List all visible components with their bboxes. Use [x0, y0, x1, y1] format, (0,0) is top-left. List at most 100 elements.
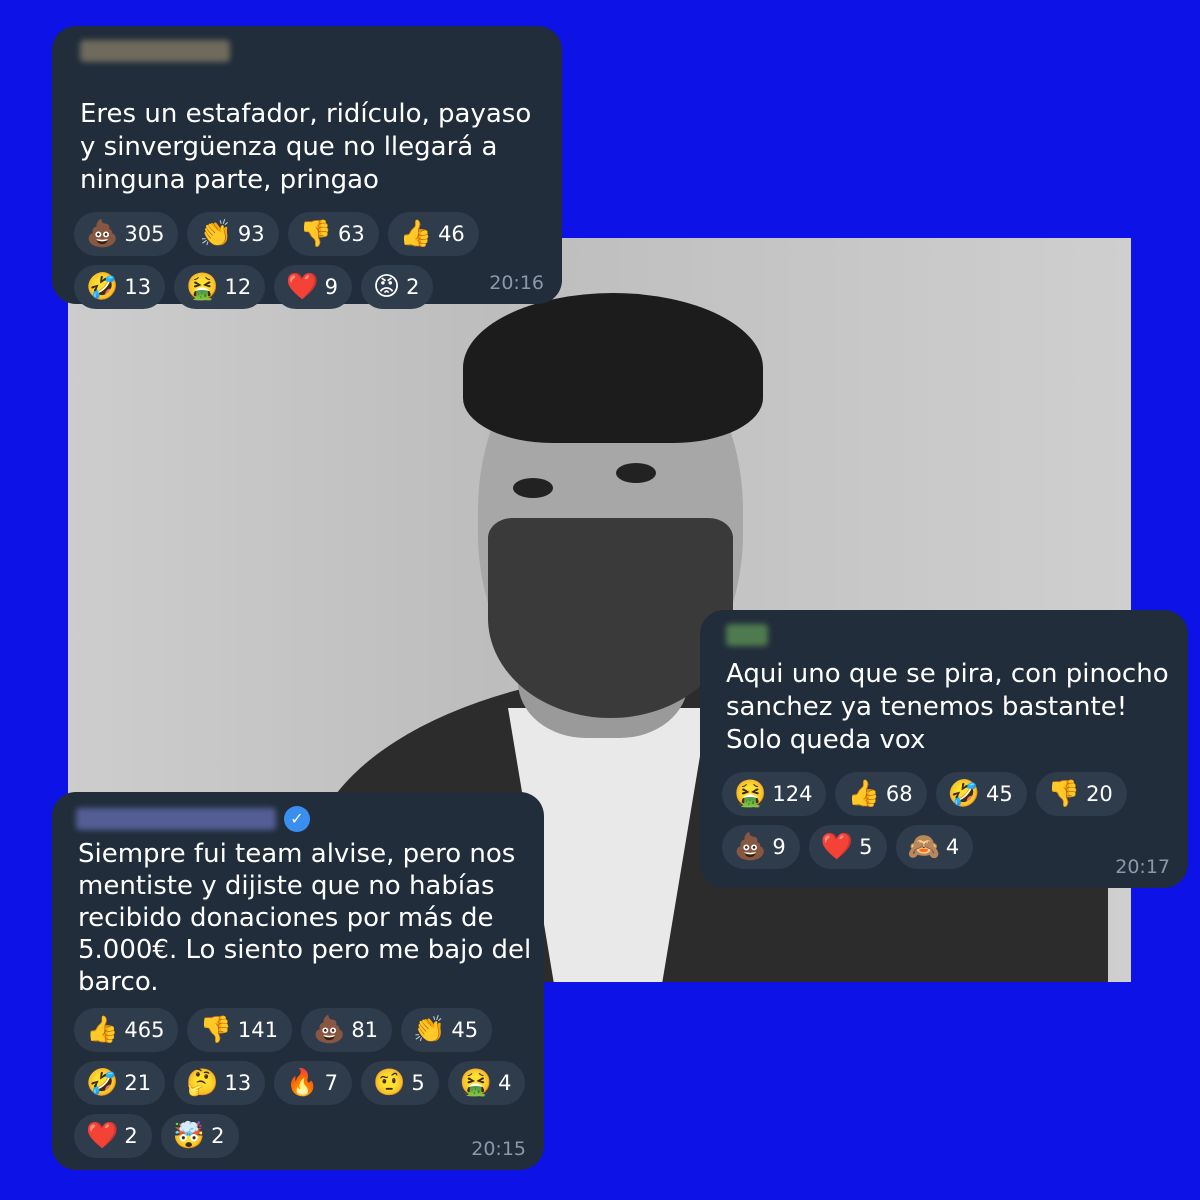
reaction-count: 9	[324, 275, 338, 299]
vomit-icon: 🤮	[734, 779, 767, 809]
reaction-clap[interactable]: 👏 93	[187, 212, 279, 256]
reaction-count: 124	[772, 782, 813, 806]
vomit-icon: 🤮	[186, 272, 219, 302]
reaction-thumbs-down[interactable]: 👎 141	[187, 1008, 292, 1052]
reaction-count: 4	[945, 835, 960, 859]
sender-name-blurred	[80, 40, 230, 62]
reaction-exploding-head[interactable]: 🤯 2	[160, 1114, 239, 1158]
reaction-count: 20	[1086, 782, 1113, 806]
exploding-head-icon: 🤯	[172, 1121, 206, 1151]
reaction-vomit[interactable]: 🤮 12	[174, 265, 266, 309]
rofl-icon: 🤣	[86, 1068, 119, 1098]
reaction-count: 4	[498, 1071, 512, 1095]
reaction-vomit[interactable]: 🤮 124	[722, 772, 827, 816]
reaction-count: 46	[438, 222, 465, 246]
reaction-row: 🤣 21 🤔 13 🔥 7 🤨 5 🤮 4	[74, 1061, 526, 1105]
reaction-poop[interactable]: 💩 9	[722, 825, 800, 869]
poop-icon: 💩	[86, 219, 119, 249]
verified-badge-icon: ✓	[284, 806, 310, 832]
reaction-count: 2	[124, 1124, 138, 1148]
reaction-count: 68	[885, 782, 913, 806]
thumbs-up-icon: 👍	[399, 219, 433, 249]
reaction-row: 💩 9 ❤️ 5 🙈 4	[722, 825, 1127, 869]
heart-icon: ❤️	[86, 1121, 119, 1151]
reaction-count: 21	[124, 1071, 152, 1095]
message-text: Eres un estafador, ridículo, payaso y si…	[80, 99, 532, 195]
reaction-count: 7	[324, 1071, 338, 1095]
reaction-count: 2	[211, 1124, 225, 1148]
message-text: Aqui uno que se pira, con pinocho sanche…	[726, 659, 1169, 755]
reaction-thinking[interactable]: 🤔 13	[174, 1061, 266, 1105]
reaction-row: 🤣 13 🤮 12 ❤️ 9 😡 2	[74, 265, 479, 309]
reaction-rofl[interactable]: 🤣 45	[935, 772, 1027, 816]
reaction-angry[interactable]: 😡 2	[360, 265, 434, 309]
reaction-heart[interactable]: ❤️ 2	[74, 1114, 152, 1158]
reaction-fire[interactable]: 🔥 7	[274, 1061, 352, 1105]
reaction-thumbs-up[interactable]: 👍 46	[387, 212, 479, 256]
reaction-thumbs-down[interactable]: 👎 20	[1035, 772, 1127, 816]
reaction-row: 💩 305 👏 93 👎 63 👍 46	[74, 212, 479, 256]
reaction-bar: 👍 465 👎 141 💩 81 👏 45 🤣 21 🤔 13 🔥 7 🤨 5 🤮 4 ❤️ 2 🤯…	[74, 1008, 526, 1167]
poop-icon: 💩	[734, 832, 767, 862]
reaction-count: 5	[859, 835, 873, 859]
reaction-rofl[interactable]: 🤣 13	[74, 265, 166, 309]
thumbs-down-icon: 👎	[1047, 779, 1081, 809]
photo-eye-left	[513, 478, 553, 498]
photo-hair	[463, 293, 763, 443]
reaction-poop[interactable]: 💩 81	[300, 1008, 393, 1052]
reaction-count: 2	[406, 275, 420, 299]
reaction-count: 13	[124, 275, 152, 299]
thumbs-down-icon: 👎	[199, 1015, 232, 1045]
heart-icon: ❤️	[286, 272, 319, 302]
message-timestamp: 20:17	[1115, 856, 1170, 878]
reaction-count: 12	[224, 275, 252, 299]
reaction-poop[interactable]: 💩 305	[74, 212, 179, 256]
reaction-count: 305	[124, 222, 165, 246]
clap-icon: 👏	[199, 219, 232, 249]
reaction-rofl[interactable]: 🤣 21	[74, 1061, 166, 1105]
reaction-vomit[interactable]: 🤮 4	[447, 1061, 526, 1105]
reaction-row: 👍 465 👎 141 💩 81 👏 45	[74, 1008, 525, 1052]
reaction-count: 13	[224, 1071, 252, 1095]
reaction-see-no-evil[interactable]: 🙈 4	[895, 825, 974, 869]
angry-face-icon: 😡	[372, 272, 401, 302]
reaction-clap[interactable]: 👏 45	[401, 1008, 493, 1052]
reaction-count: 45	[985, 782, 1013, 806]
thinking-face-icon: 🤔	[186, 1068, 219, 1098]
message-bubble-1[interactable]: Eres un estafador, ridículo, payaso y si…	[52, 26, 562, 309]
poop-icon: 💩	[312, 1015, 346, 1045]
thumbs-up-icon: 👍	[847, 779, 880, 809]
rofl-icon: 🤣	[947, 779, 980, 809]
photo-beard	[488, 518, 733, 718]
heart-icon: ❤️	[820, 832, 854, 862]
reaction-raised-eyebrow[interactable]: 🤨 5	[360, 1061, 439, 1105]
reaction-row: ❤️ 2 🤯 2	[74, 1114, 525, 1158]
reaction-count: 9	[772, 835, 786, 859]
vomit-icon: 🤮	[459, 1068, 493, 1098]
sender-name-blurred	[76, 808, 276, 830]
fire-icon: 🔥	[286, 1068, 319, 1098]
reaction-thumbs-down[interactable]: 👎 63	[287, 212, 379, 256]
message-bubble-2[interactable]: Aqui uno que se pira, con pinocho sanche…	[700, 610, 1188, 888]
reaction-count: 93	[237, 222, 265, 246]
thumbs-up-icon: 👍	[86, 1015, 119, 1045]
reaction-count: 141	[237, 1018, 278, 1042]
reaction-thumbs-up[interactable]: 👍 68	[835, 772, 927, 816]
reaction-thumbs-up[interactable]: 👍 465	[74, 1008, 179, 1052]
message-timestamp: 20:15	[471, 1138, 526, 1160]
reaction-count: 45	[451, 1018, 479, 1042]
reaction-count: 5	[411, 1071, 425, 1095]
message-bubble-3[interactable]: ✓ Siempre fui team alvise, pero nos ment…	[52, 792, 544, 1170]
thumbs-down-icon: 👎	[299, 219, 332, 249]
reaction-bar: 💩 305 👏 93 👎 63 👍 46 🤣 13 🤮 12 ❤️ 9 😡 2	[74, 212, 479, 318]
sender-name-blurred	[726, 624, 768, 646]
reaction-count: 81	[351, 1018, 379, 1042]
message-timestamp: 20:16	[489, 272, 544, 294]
reaction-heart[interactable]: ❤️ 9	[274, 265, 352, 309]
reaction-count: 63	[337, 222, 365, 246]
photo-eye-right	[616, 463, 656, 483]
raised-eyebrow-icon: 🤨	[372, 1068, 406, 1098]
clap-icon: 👏	[413, 1015, 446, 1045]
reaction-heart[interactable]: ❤️ 5	[808, 825, 887, 869]
reaction-row: 🤮 124 👍 68 🤣 45 👎 20	[722, 772, 1127, 816]
